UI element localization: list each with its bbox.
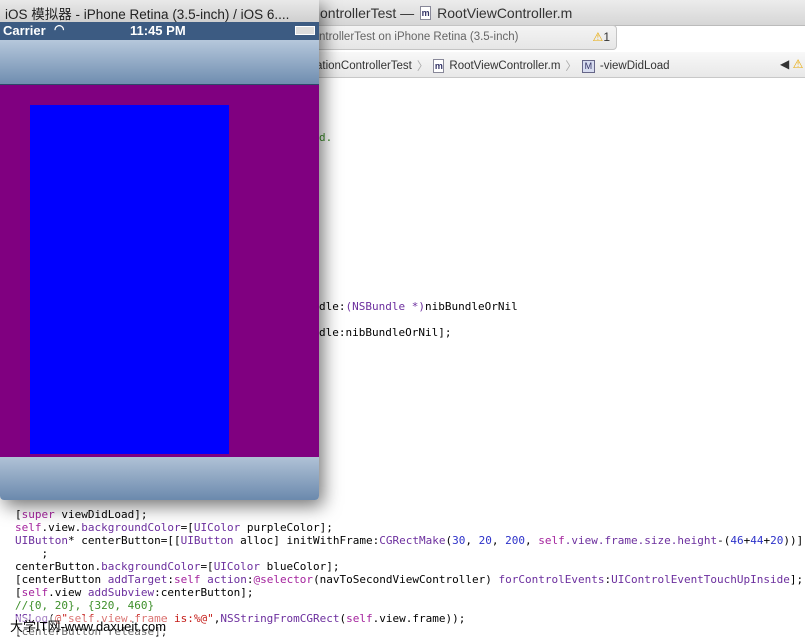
code-token: .view. bbox=[41, 521, 82, 534]
code-token: backgroundColor bbox=[81, 521, 181, 534]
code-line: d. bbox=[319, 131, 332, 144]
jump-method[interactable]: -viewDidLoad bbox=[600, 60, 670, 72]
status-bar: Carrier ◠ 11:45 PM bbox=[0, 22, 319, 40]
code-token: -( bbox=[717, 534, 731, 547]
code-token: * centerButton=[[ bbox=[67, 534, 181, 547]
code-token: backgroundColor bbox=[101, 560, 201, 573]
code-token: centerButton. bbox=[15, 560, 102, 573]
code-token: blueColor]; bbox=[260, 560, 340, 573]
code-token: self bbox=[21, 586, 49, 599]
code-token: 20 bbox=[478, 534, 492, 547]
warning-count-button[interactable]: ⚠1 bbox=[593, 30, 610, 44]
code-line: //{0, 20}, {320, 460} bbox=[15, 599, 154, 612]
m-file-icon: m bbox=[420, 6, 432, 20]
code-token: @selector bbox=[253, 573, 314, 586]
navigation-bar bbox=[0, 40, 319, 85]
code-line: [super viewDidLoad]; bbox=[15, 508, 147, 521]
code-token: [ bbox=[15, 586, 22, 599]
root-view bbox=[0, 85, 319, 457]
m-file-icon: m bbox=[433, 59, 445, 73]
code-token: , bbox=[465, 534, 479, 547]
jump-file[interactable]: RootViewController.m bbox=[449, 60, 560, 72]
clock: 11:45 PM bbox=[130, 23, 186, 38]
code-token: self bbox=[173, 573, 201, 586]
watermark: 大学IT网-www.daxueit.com bbox=[10, 616, 167, 635]
code-token: nibBundleOrNil bbox=[424, 300, 518, 313]
code-token: 30 bbox=[452, 534, 466, 547]
code-token: 200 bbox=[505, 534, 525, 547]
code-line: dle:nibBundleOrNil]; bbox=[319, 326, 451, 339]
code-token: viewDidLoad]; bbox=[54, 508, 148, 521]
code-token: addSubview bbox=[87, 586, 155, 599]
carrier-label: Carrier bbox=[3, 23, 46, 38]
code-token: : bbox=[167, 573, 174, 586]
code-token: .view.frame)); bbox=[372, 612, 466, 625]
code-token: .view bbox=[48, 586, 88, 599]
code-token: action bbox=[207, 573, 247, 586]
window-title-file: RootViewController.m bbox=[437, 5, 573, 21]
code-token: self bbox=[15, 521, 42, 534]
method-icon: M bbox=[581, 59, 595, 73]
chevron-right-icon: 〉 bbox=[565, 61, 577, 73]
code-token: NSStringFromCGRect bbox=[220, 612, 340, 625]
activity-status: ntrollerTest on iPhone Retina (3.5-inch) bbox=[319, 31, 519, 43]
code-token: dle:nibBundleOrNil]; bbox=[319, 326, 452, 339]
code-token: (navToSecondViewController) bbox=[313, 573, 499, 586]
code-token: , bbox=[491, 534, 506, 547]
code-token: =[ bbox=[200, 560, 214, 573]
code-line: self.view.backgroundColor=[UIColor purpl… bbox=[15, 521, 333, 534]
code-token: (NSBundle *) bbox=[345, 300, 425, 313]
chevron-right-icon: 〉 bbox=[416, 61, 429, 73]
ios-simulator-window: iOS 模拟器 - iPhone Retina (3.5-inch) / iOS… bbox=[0, 0, 319, 500]
battery-icon bbox=[295, 26, 315, 35]
code-line: centerButton.backgroundColor=[UIColor bl… bbox=[15, 560, 340, 573]
code-token: CGRectMake bbox=[379, 534, 446, 547]
code-token: :centerButton]; bbox=[154, 586, 254, 599]
center-button[interactable] bbox=[30, 105, 229, 454]
code-token: [centerButton bbox=[15, 573, 108, 586]
code-token: dle: bbox=[319, 300, 346, 313]
warning-icon: ⚠ bbox=[592, 30, 604, 44]
code-line: dle:(NSBundle *)nibBundleOrNil bbox=[319, 300, 518, 313]
code-token: ; bbox=[15, 547, 49, 560]
code-token: , bbox=[525, 534, 539, 547]
bottom-toolbar bbox=[0, 457, 319, 500]
code-token: ]; bbox=[789, 573, 804, 586]
activity-viewer: ntrollerTest on iPhone Retina (3.5-inch)… bbox=[300, 25, 617, 50]
code-token: UIColor bbox=[193, 521, 241, 534]
wifi-icon: ◠ bbox=[54, 22, 65, 36]
code-token: //{0, 20}, {320, 460} bbox=[15, 599, 155, 612]
code-token: 44 bbox=[750, 534, 764, 547]
window-title-project: ontrollerTest — bbox=[320, 5, 415, 21]
previous-issue-icon[interactable]: ◀ bbox=[780, 57, 789, 71]
code-token: forControlEvents bbox=[498, 573, 605, 586]
code-token: =[ bbox=[180, 521, 194, 534]
code-line: UIButton* centerButton=[[UIButton alloc]… bbox=[15, 534, 803, 547]
warning-count: 1 bbox=[603, 30, 610, 44]
code-token: 46 bbox=[730, 534, 744, 547]
code-token: ))] bbox=[783, 534, 804, 547]
code-token: [ bbox=[15, 508, 22, 521]
warning-icon: ⚠ bbox=[792, 57, 804, 71]
simulator-title: iOS 模拟器 - iPhone Retina (3.5-inch) / iOS… bbox=[0, 0, 319, 22]
code-token: purpleColor]; bbox=[240, 521, 333, 534]
code-token: UIColor bbox=[213, 560, 261, 573]
code-token: 20 bbox=[770, 534, 784, 547]
code-token: alloc] initWithFrame: bbox=[233, 534, 380, 547]
code-line: [self.view addSubview:centerButton]; bbox=[15, 586, 253, 599]
code-line: [centerButton addTarget:self action:@sel… bbox=[15, 573, 803, 586]
code-token: addTarget bbox=[107, 573, 168, 586]
code-token: super bbox=[21, 508, 55, 521]
code-token: UIButton bbox=[180, 534, 234, 547]
code-token: .view.frame.size.height bbox=[564, 534, 718, 547]
code-token: self bbox=[346, 612, 373, 625]
code-token: UIControlEventTouchUpInside bbox=[611, 573, 790, 586]
jump-project[interactable]: ationControllerTest bbox=[316, 60, 412, 72]
code-line: ; bbox=[15, 547, 48, 560]
code-token: UIButton bbox=[15, 534, 68, 547]
code-token: d. bbox=[319, 131, 333, 144]
code-token: self bbox=[538, 534, 565, 547]
